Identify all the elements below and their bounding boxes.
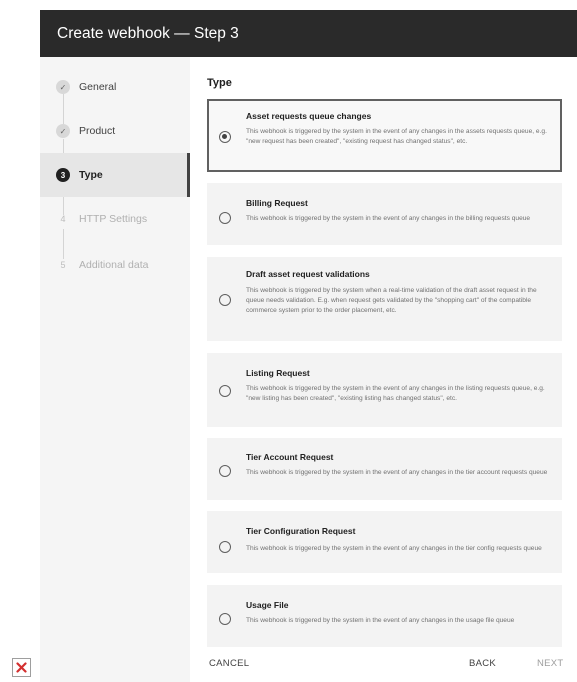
option-title: Asset requests queue changes bbox=[246, 111, 372, 121]
dialog-title: Create webhook — Step 3 bbox=[57, 24, 239, 42]
step-label: Product bbox=[79, 125, 116, 137]
step-label: General bbox=[79, 81, 117, 93]
option-title: Draft asset request validations bbox=[246, 269, 370, 279]
option-title: Tier Account Request bbox=[246, 452, 334, 462]
type-selection-panel: Type Asset requests queue changes This w… bbox=[190, 57, 577, 648]
radio-button-selected[interactable] bbox=[219, 131, 231, 143]
option-description: This webhook is triggered by the system … bbox=[246, 128, 547, 145]
step-number-badge: 3 bbox=[56, 168, 70, 182]
radio-button[interactable] bbox=[219, 613, 231, 625]
wizard-steps-sidebar: ✓ General ✓ Product 3 Type 4 HTTP Settin… bbox=[40, 57, 190, 682]
back-button[interactable]: BACK bbox=[469, 658, 496, 669]
create-webhook-dialog: Create webhook — Step 3 ✓ General ✓ Prod… bbox=[40, 10, 577, 682]
option-tier-configuration-request[interactable]: Tier Configuration Request This webhook … bbox=[207, 511, 562, 573]
option-title: Usage File bbox=[246, 600, 289, 610]
step-product[interactable]: ✓ Product bbox=[40, 109, 190, 153]
option-description: This webhook is triggered by the system … bbox=[246, 469, 548, 476]
step-additional-data: 5 Additional data bbox=[40, 243, 190, 287]
broken-image-icon bbox=[12, 658, 31, 677]
step-number-badge: 4 bbox=[60, 214, 66, 224]
option-tier-account-request[interactable]: Tier Account Request This webhook is tri… bbox=[207, 438, 562, 500]
screen: Create webhook — Step 3 ✓ General ✓ Prod… bbox=[0, 0, 577, 682]
check-icon: ✓ bbox=[56, 80, 70, 94]
step-type[interactable]: 3 Type bbox=[40, 153, 190, 197]
option-description: This webhook is triggered by the system … bbox=[246, 617, 515, 624]
step-http-settings: 4 HTTP Settings bbox=[40, 197, 190, 241]
step-label: Type bbox=[79, 169, 103, 181]
section-title: Type bbox=[207, 77, 232, 89]
cancel-button[interactable]: CANCEL bbox=[209, 658, 249, 669]
option-description: This webhook is triggered by the system … bbox=[246, 215, 531, 222]
option-draft-asset-request-validations[interactable]: Draft asset request validations This web… bbox=[207, 257, 562, 341]
step-label: HTTP Settings bbox=[79, 213, 148, 225]
check-icon: ✓ bbox=[56, 124, 70, 138]
option-title: Tier Configuration Request bbox=[246, 526, 356, 536]
dialog-footer: CANCEL BACK NEXT bbox=[190, 648, 577, 682]
radio-button[interactable] bbox=[219, 385, 231, 397]
next-button[interactable]: NEXT bbox=[537, 658, 564, 669]
option-description: This webhook is triggered by the system … bbox=[246, 385, 545, 402]
option-title: Billing Request bbox=[246, 198, 308, 208]
option-asset-requests-queue-changes[interactable]: Asset requests queue changes This webhoo… bbox=[207, 99, 562, 172]
radio-button[interactable] bbox=[219, 465, 231, 477]
step-label: Additional data bbox=[79, 259, 149, 271]
step-number-badge: 5 bbox=[60, 260, 66, 270]
radio-button[interactable] bbox=[219, 294, 231, 306]
radio-button[interactable] bbox=[219, 212, 231, 224]
option-listing-request[interactable]: Listing Request This webhook is triggere… bbox=[207, 353, 562, 427]
dialog-body: ✓ General ✓ Product 3 Type 4 HTTP Settin… bbox=[40, 57, 577, 682]
option-description: This webhook is triggered by the system … bbox=[246, 545, 542, 552]
step-general[interactable]: ✓ General bbox=[40, 65, 190, 109]
radio-button[interactable] bbox=[219, 541, 231, 553]
option-description: This webhook is triggered by the system … bbox=[246, 287, 537, 314]
option-title: Listing Request bbox=[246, 368, 310, 378]
option-usage-file[interactable]: Usage File This webhook is triggered by … bbox=[207, 585, 562, 647]
dialog-titlebar: Create webhook — Step 3 bbox=[40, 10, 577, 57]
option-billing-request[interactable]: Billing Request This webhook is triggere… bbox=[207, 183, 562, 245]
